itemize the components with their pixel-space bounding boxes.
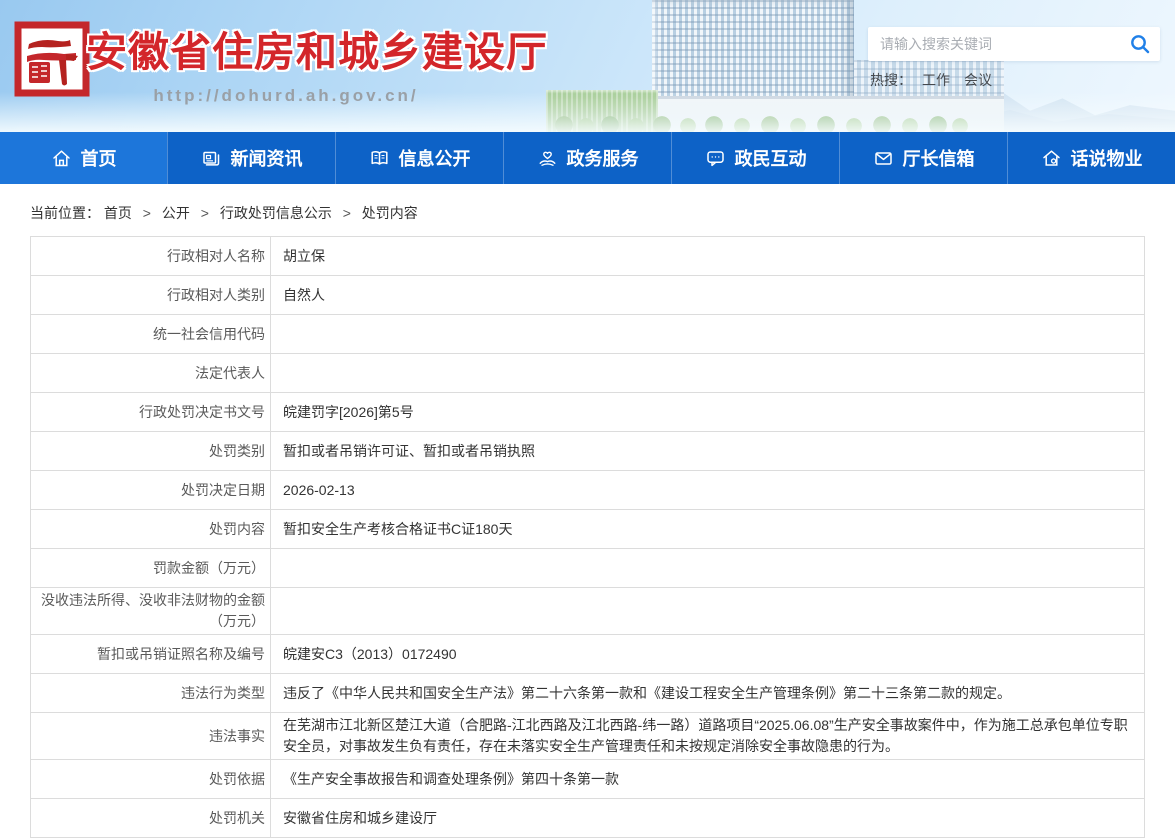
table-row: 暂扣或吊销证照名称及编号 皖建安C3（2013）0172490 (31, 635, 1145, 674)
row-label: 违法行为类型 (31, 674, 271, 713)
row-label: 行政处罚决定书文号 (31, 393, 271, 432)
site-title: 安徽省住房和城乡建设厅 (86, 18, 486, 78)
breadcrumb-item-current[interactable]: 处罚内容 (362, 205, 418, 221)
row-value (271, 315, 1145, 354)
table-row: 没收违法所得、没收非法财物的金额（万元） (31, 588, 1145, 635)
row-value (271, 354, 1145, 393)
nav-item-news[interactable]: 新闻资讯 (167, 132, 335, 184)
nav-item-services[interactable]: 政务服务 (503, 132, 671, 184)
table-row: 统一社会信用代码 (31, 315, 1145, 354)
mailbox-icon (873, 148, 894, 169)
breadcrumb-separator: > (201, 205, 209, 221)
table-row: 处罚依据 《生产安全事故报告和调查处理条例》第四十条第一款 (31, 760, 1145, 799)
breadcrumb-item-penalty-list[interactable]: 行政处罚信息公示 (220, 205, 332, 221)
search-area: 热搜： 工作会议 (868, 27, 1160, 90)
row-value (271, 549, 1145, 588)
service-hands-icon (537, 148, 558, 169)
row-label: 行政相对人名称 (31, 237, 271, 276)
hot-search-item[interactable]: 工作 (922, 72, 950, 88)
house-gear-icon (1041, 148, 1062, 169)
home-icon (51, 148, 72, 169)
row-value: 违反了《中华人民共和国安全生产法》第二十六条第一款和《建设工程安全生产管理条例》… (271, 674, 1145, 713)
row-value: 暂扣安全生产考核合格证书C证180天 (271, 510, 1145, 549)
table-row: 行政相对人类别 自然人 (31, 276, 1145, 315)
breadcrumb-item-home[interactable]: 首页 (104, 205, 132, 221)
row-label: 处罚内容 (31, 510, 271, 549)
row-value: 皖建安C3（2013）0172490 (271, 635, 1145, 674)
table-row: 罚款金额（万元） (31, 549, 1145, 588)
row-value: 2026-02-13 (271, 471, 1145, 510)
table-row: 行政相对人名称 胡立保 (31, 237, 1145, 276)
hot-search-label: 热搜： (870, 72, 912, 88)
penalty-detail-table: 行政相对人名称 胡立保 行政相对人类别 自然人 统一社会信用代码 法定代表人 行… (30, 236, 1145, 838)
site-header: 安徽省住房和城乡建设厅 http://dohurd.ah.gov.cn/ 热搜：… (0, 0, 1175, 132)
table-row: 处罚机关 安徽省住房和城乡建设厅 (31, 799, 1145, 838)
nav-item-label: 厅长信箱 (903, 145, 975, 171)
main-nav: 首页 新闻资讯 信息公开 政务服务 (0, 132, 1175, 184)
row-value: 暂扣或者吊销许可证、暂扣或者吊销执照 (271, 432, 1145, 471)
nav-item-label: 话说物业 (1071, 145, 1143, 171)
table-row: 法定代表人 (31, 354, 1145, 393)
nav-item-property[interactable]: 话说物业 (1007, 132, 1175, 184)
row-value: 皖建罚字[2026]第5号 (271, 393, 1145, 432)
breadcrumb: 当前位置： 首页 > 公开 > 行政处罚信息公示 > 处罚内容 (0, 184, 1175, 234)
news-icon (201, 148, 222, 169)
row-label: 暂扣或吊销证照名称及编号 (31, 635, 271, 674)
table-row: 行政处罚决定书文号 皖建罚字[2026]第5号 (31, 393, 1145, 432)
breadcrumb-separator: > (143, 205, 151, 221)
row-value: 安徽省住房和城乡建设厅 (271, 799, 1145, 838)
table-row: 违法行为类型 违反了《中华人民共和国安全生产法》第二十六条第一款和《建设工程安全… (31, 674, 1145, 713)
nav-item-label: 政民互动 (735, 145, 807, 171)
row-label: 统一社会信用代码 (31, 315, 271, 354)
site-logo-seal-icon[interactable] (14, 20, 90, 98)
row-value (271, 588, 1145, 635)
breadcrumb-separator: > (343, 205, 351, 221)
info-book-icon (369, 148, 390, 169)
table-row: 处罚内容 暂扣安全生产考核合格证书C证180天 (31, 510, 1145, 549)
nav-item-interaction[interactable]: 政民互动 (671, 132, 839, 184)
search-input[interactable] (868, 27, 1160, 61)
breadcrumb-item-public[interactable]: 公开 (162, 205, 190, 221)
table-row: 违法事实 在芜湖市江北新区楚江大道（合肥路-江北西路及江北西路-纬一路）道路项目… (31, 713, 1145, 760)
chat-icon (705, 148, 726, 169)
table-row: 处罚类别 暂扣或者吊销许可证、暂扣或者吊销执照 (31, 432, 1145, 471)
nav-item-label: 政务服务 (567, 145, 639, 171)
nav-item-label: 信息公开 (399, 145, 471, 171)
row-value: 胡立保 (271, 237, 1145, 276)
row-label: 处罚决定日期 (31, 471, 271, 510)
hot-search: 热搜： 工作会议 (868, 70, 1160, 90)
search-icon[interactable] (1129, 33, 1151, 55)
row-label: 罚款金额（万元） (31, 549, 271, 588)
search-box (868, 27, 1160, 61)
nav-item-info[interactable]: 信息公开 (335, 132, 503, 184)
row-label: 违法事实 (31, 713, 271, 760)
row-label: 没收违法所得、没收非法财物的金额（万元） (31, 588, 271, 635)
nav-item-label: 首页 (81, 145, 117, 171)
row-label: 处罚类别 (31, 432, 271, 471)
nav-item-mailbox[interactable]: 厅长信箱 (839, 132, 1007, 184)
site-url: http://dohurd.ah.gov.cn/ (86, 86, 486, 106)
nav-item-label: 新闻资讯 (231, 145, 303, 171)
row-label: 行政相对人类别 (31, 276, 271, 315)
row-value: 自然人 (271, 276, 1145, 315)
row-label: 处罚机关 (31, 799, 271, 838)
table-row: 处罚决定日期 2026-02-13 (31, 471, 1145, 510)
row-value: 在芜湖市江北新区楚江大道（合肥路-江北西路及江北西路-纬一路）道路项目“2025… (271, 713, 1145, 760)
nav-item-home[interactable]: 首页 (0, 132, 167, 184)
row-label: 法定代表人 (31, 354, 271, 393)
brand-block: 安徽省住房和城乡建设厅 http://dohurd.ah.gov.cn/ (86, 18, 486, 106)
row-label: 处罚依据 (31, 760, 271, 799)
row-value: 《生产安全事故报告和调查处理条例》第四十条第一款 (271, 760, 1145, 799)
hot-search-item[interactable]: 会议 (964, 72, 992, 88)
breadcrumb-label: 当前位置： (30, 205, 100, 221)
